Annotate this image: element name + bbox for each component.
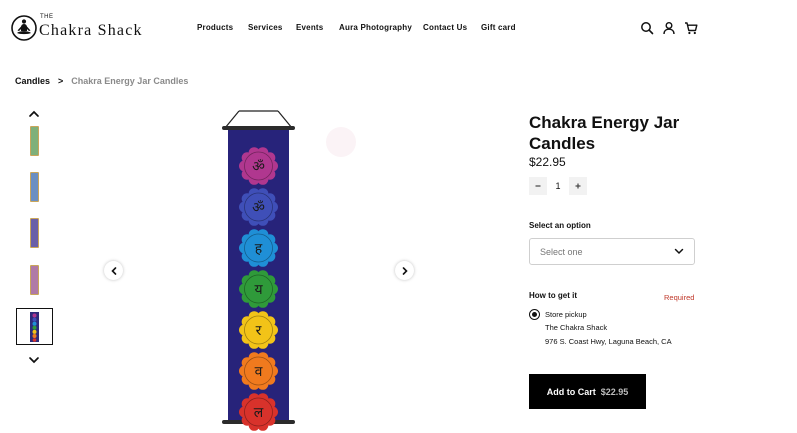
store-pickup-radio[interactable] [529,309,540,320]
option-select[interactable]: Select one [529,238,695,265]
required-label: Required [664,293,695,302]
breadcrumb-separator: > [58,76,64,86]
store-address: 976 S. Coast Hwy, Laguna Beach, CA [545,337,672,346]
add-to-cart-label: Add to Cart [546,386,596,397]
quantity-increase-button[interactable] [569,177,587,195]
option-label: Select an option [529,221,591,230]
chakra-symbol-6: व [239,352,278,390]
plus-icon [575,183,581,189]
breadcrumb-current: Chakra Energy Jar Candles [71,76,189,86]
quantity-decrease-button[interactable] [529,177,547,195]
thumbnail-1[interactable] [16,122,53,159]
chakra-symbol-2: ॐ [239,188,278,226]
thumbnail-4[interactable] [16,261,53,298]
thumbnail-image [30,217,39,248]
nav-products[interactable]: Products [197,23,233,32]
breadcrumb: Candles > Chakra Energy Jar Candles [15,76,188,86]
chevron-down-icon [674,248,684,255]
nav-events[interactable]: Events [296,23,323,32]
chakra-glyph: र [256,323,262,339]
breadcrumb-candles-link[interactable]: Candles [15,76,50,86]
thumbnail-3[interactable] [16,214,53,251]
thumbnail-5-selected[interactable] [16,308,53,345]
add-to-cart-button[interactable]: Add to Cart $22.95 [529,374,646,409]
nav-services[interactable]: Services [248,23,283,32]
product-main-image: ॐ ॐ ह य र व ल [222,110,295,431]
chevron-right-icon [402,266,408,275]
option-select-value: Select one [540,246,583,257]
thumbnail-up-chevron-icon[interactable] [26,108,42,120]
chakra-symbol-3: ह [239,229,278,267]
nav-gift-card[interactable]: Gift card [481,23,516,32]
carousel-next-button[interactable] [395,261,414,280]
thumbnail-image [30,311,39,342]
chakra-glyph: ॐ [252,159,265,175]
product-price: $22.95 [529,155,566,169]
cart-icon[interactable] [684,21,698,35]
chakra-symbol-1: ॐ [239,147,278,185]
thumbnail-down-chevron-icon[interactable] [26,354,42,366]
chakra-symbol-7: ल [239,393,278,431]
minus-icon [535,185,541,187]
chakra-symbol-4: य [239,270,278,308]
quantity-value[interactable]: 1 [547,181,569,191]
carousel-prev-button[interactable] [104,261,123,280]
thumbnail-image [30,125,39,156]
store-name: The Chakra Shack [545,323,608,332]
radio-selected-dot [532,312,537,317]
chevron-left-icon [110,266,116,275]
nav-aura-photography[interactable]: Aura Photography [339,23,412,32]
search-icon[interactable] [640,21,654,35]
chakra-symbol-5: र [239,311,278,349]
chakra-glyph: ॐ [252,200,265,216]
chakra-glyph: ह [255,241,263,257]
quantity-stepper: 1 [529,177,587,195]
account-icon[interactable] [662,21,676,35]
add-to-cart-price: $22.95 [600,386,629,397]
chakra-glyph: ल [254,405,264,421]
thumbnail-2[interactable] [16,168,53,205]
main-nav: Products Services Events Aura Photograph… [0,23,797,37]
nav-contact-us[interactable]: Contact Us [423,23,467,32]
chakra-glyph: व [255,364,263,380]
store-pickup-label[interactable]: Store pickup [545,310,587,319]
site-header: THE Chakra Shack Products Services Event… [0,0,797,58]
thumbnail-image [30,264,39,295]
thumbnail-image [30,171,39,202]
brand-the: THE [40,14,54,20]
chakra-glyph: य [254,282,263,298]
fulfillment-label: How to get it [529,291,577,300]
product-title: Chakra Energy Jar Candles [529,113,680,153]
